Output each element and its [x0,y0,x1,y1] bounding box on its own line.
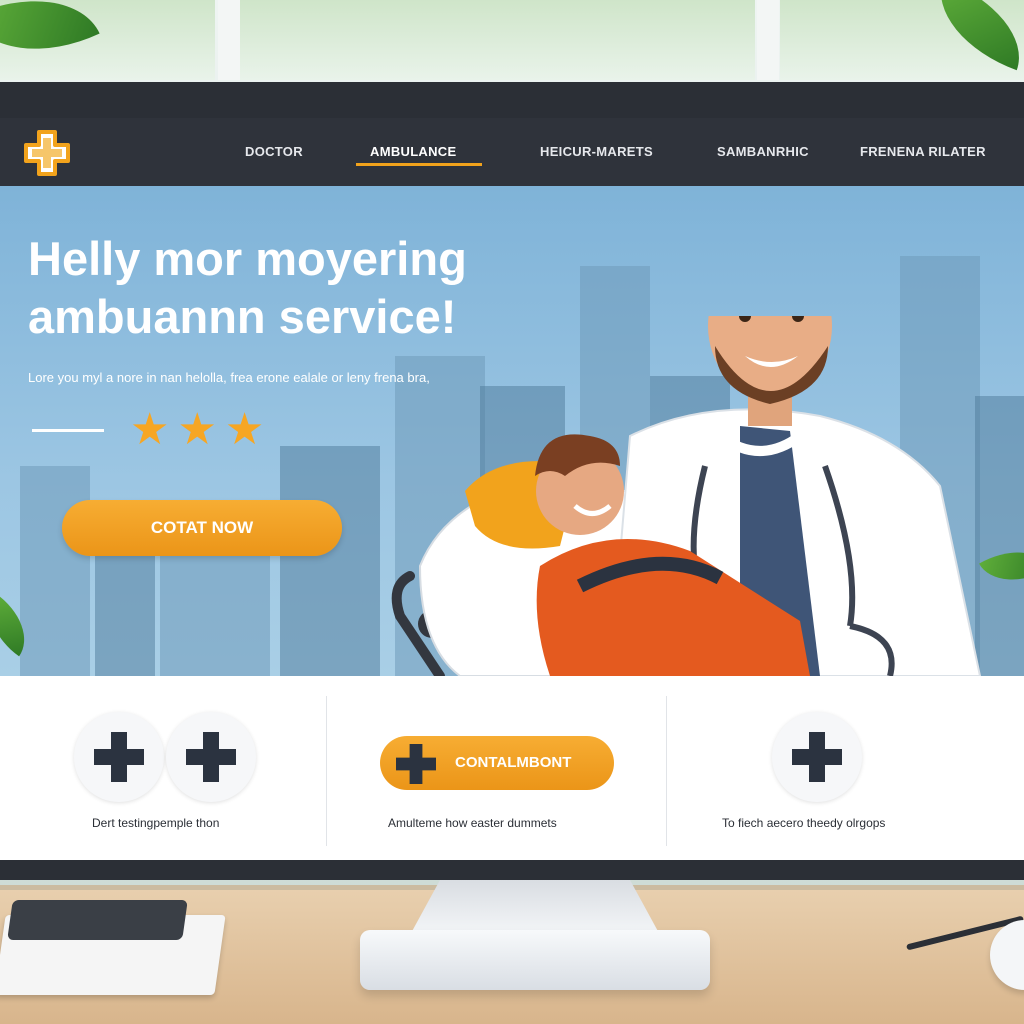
top-nav: DOCTOR AMBULANCE HEICUR-MARETS SAMBANRHI… [0,118,1024,186]
hero-title-line: Helly mor moyering [28,232,467,285]
feature-circle[interactable] [772,712,862,802]
nav-item-heicur-marets[interactable]: HEICUR-MARETS [540,144,653,159]
nav-item-frenena-rilater[interactable]: FRENENA RILATER [860,144,986,159]
star-icon: ★ [177,405,217,454]
feature-caption-left: Dert testingpemple thon [92,816,220,830]
nav-item-ambulance[interactable]: AMBULANCE [370,144,456,159]
calculator [7,900,188,940]
plus-cross-icon [186,732,236,782]
contalmbont-button-label: CONTALMBONT [455,754,572,771]
star-icon: ★ [224,405,265,454]
features-section: Dert testingpemple thon CONTALMBONT Amul… [0,676,1024,860]
website-screen: DOCTOR AMBULANCE HEICUR-MARETS SAMBANRHI… [0,118,1024,860]
section-divider [666,696,667,846]
contalmbont-button[interactable]: CONTALMBONT [380,736,614,790]
window-frame [757,0,779,80]
hero-divider [32,429,104,432]
feature-caption-middle: Amulteme how easter dummets [388,816,557,830]
monitor-stand-base [360,930,710,990]
city-building [280,446,380,676]
window-pane [240,0,755,80]
city-building [20,466,90,676]
doctor-patient-illustration [391,316,982,676]
hero-banner: Helly mor moyering ambuannn service! Lor… [0,186,1024,676]
feature-circle[interactable] [74,712,164,802]
plus-cross-icon [94,732,144,782]
plus-cross-icon [396,744,436,784]
medical-cross-icon[interactable] [22,128,72,178]
window-frame [218,0,240,80]
contact-now-button[interactable]: COTAT NOW [62,500,342,556]
section-divider [326,696,327,846]
active-tab-underline [356,163,482,166]
city-building [160,556,270,676]
nav-item-doctor[interactable]: DOCTOR [245,144,303,159]
nav-item-sambanrhic[interactable]: SAMBANRHIC [717,144,809,159]
star-rating: ★ ★ ★ [130,408,264,452]
plus-cross-icon [792,732,842,782]
feature-circle[interactable] [166,712,256,802]
feature-caption-right: To fiech aecero theedy olrgops [722,816,886,830]
monitor-stand [410,880,660,935]
star-icon: ★ [130,405,170,454]
